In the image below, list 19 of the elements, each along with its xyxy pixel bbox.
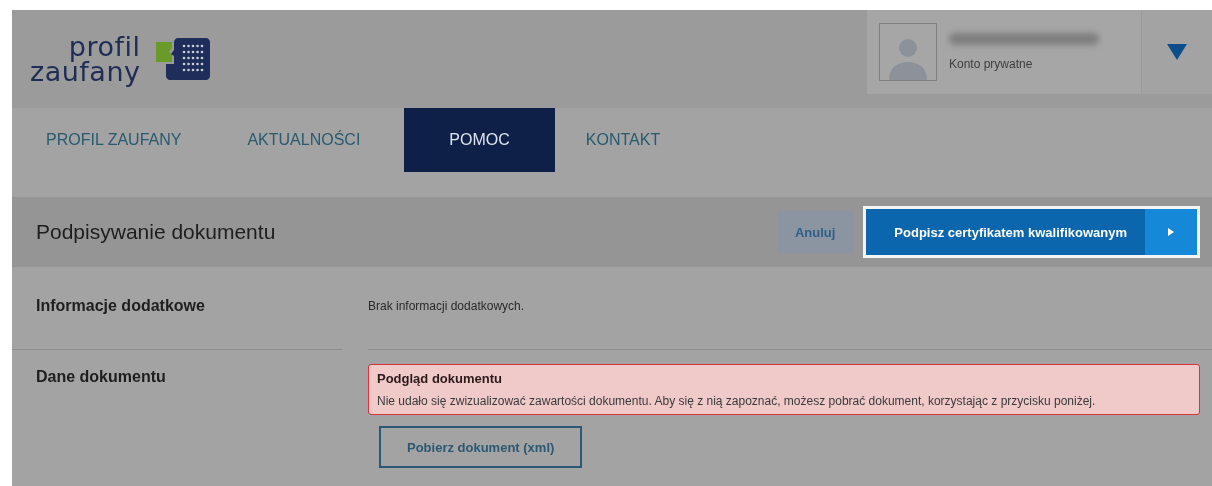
dropdown-button[interactable] <box>1141 10 1212 94</box>
nav-tab[interactable]: PROFIL ZAUFANY <box>24 108 204 172</box>
field-label: Dane dokumentu <box>12 349 342 386</box>
download-button[interactable]: Pobierz dokument (xml) <box>379 426 583 468</box>
nav-tab[interactable]: AKTUALNOŚCI <box>225 108 383 172</box>
alert-message: Nie udało się zwizualizować zawartości dokumentu. Aby się z nią zapoznać, możesz pobrać dokument, korzystając z przycisku poniżej. <box>377 394 1097 409</box>
sign-button[interactable]: Podpisz certyfikatem kwalifikowanym <box>863 206 1200 258</box>
alert-title: Podgląd dokumentu <box>377 371 503 386</box>
caret-icon <box>1167 44 1187 60</box>
section-title: Podpisywanie dokumentu <box>36 220 277 244</box>
cancel-button[interactable]: Anuluj <box>776 211 854 253</box>
play-icon <box>1168 228 1174 236</box>
avatar-icon <box>879 23 937 81</box>
field-label: Informacje dodatkowe <box>35 296 206 316</box>
logo-icon <box>154 38 211 80</box>
nav-tab[interactable]: KONTAKT <box>563 108 683 172</box>
nav-tab[interactable]: POMOC <box>404 108 555 172</box>
account-type: Konto prywatne <box>949 57 1034 71</box>
field-value: Brak informacji dodatkowych. <box>368 299 525 313</box>
